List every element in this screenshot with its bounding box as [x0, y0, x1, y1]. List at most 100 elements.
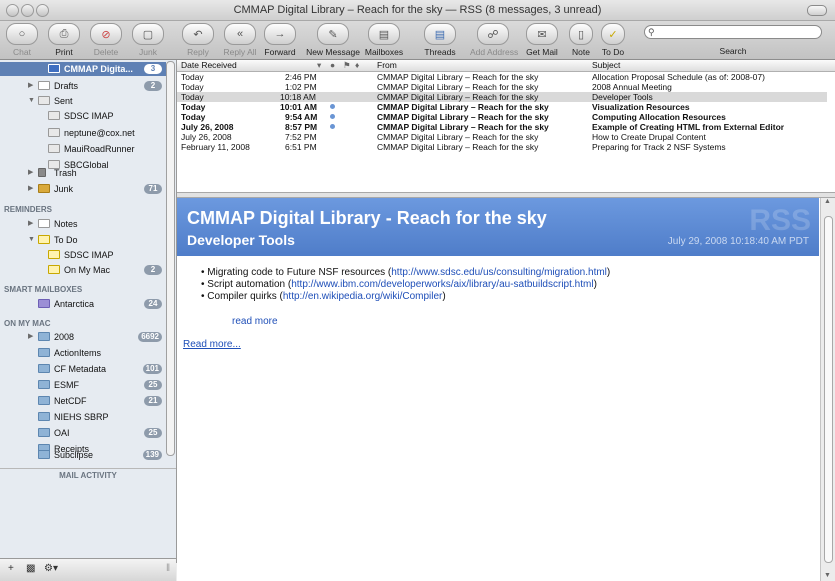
compose-icon: ✎ — [317, 23, 349, 45]
unread-badge: 3 — [144, 64, 162, 74]
sidebar-item-rss-feed[interactable]: CMMAP Digita... 3 — [0, 62, 166, 76]
checkmark-icon: ✓ — [601, 23, 625, 45]
threads-icon: ▤ — [424, 23, 456, 45]
trash-icon — [38, 168, 46, 177]
link-script-automation[interactable]: http://www.ibm.com/developerworks/aix/li… — [291, 279, 593, 290]
sort-icon[interactable]: ▾ — [317, 60, 321, 71]
chat-icon: ○ — [6, 23, 38, 45]
unread-dot-icon — [330, 104, 335, 109]
reply-button[interactable]: ↶ Reply — [180, 23, 216, 57]
sidebar-item-folder-cf-metadata[interactable]: CF Metadata 101 — [0, 362, 166, 376]
resize-handle-icon[interactable]: ‖ — [166, 563, 170, 574]
sidebar-item-sent-sdsc[interactable]: SDSC IMAP — [0, 109, 166, 123]
sidebar-item-folder-subclipse[interactable]: Subclipse 139 — [0, 448, 166, 462]
get-mail-button[interactable]: ✉ Get Mail — [522, 23, 562, 57]
message-row[interactable]: Today 1:02 PM CMMAP Digital Library – Re… — [177, 82, 827, 92]
junk-button[interactable]: ▢ Junk — [130, 23, 166, 57]
search-input[interactable]: ⚲ — [644, 25, 822, 39]
rss-banner: RSS CMMAP Digital Library - Reach for th… — [177, 198, 819, 256]
unread-column-icon[interactable]: ● — [330, 60, 335, 70]
smart-folder-icon — [38, 299, 50, 308]
link-migration[interactable]: http://www.sdsc.edu/us/consulting/migrat… — [391, 267, 607, 278]
disclosure-triangle-icon[interactable]: ▶ — [28, 217, 33, 231]
disclosure-triangle-icon[interactable]: ▼ — [28, 233, 35, 247]
mailboxes-icon: ▤ — [368, 23, 400, 45]
threads-button[interactable]: ▤ Threads — [420, 23, 460, 57]
disclosure-triangle-icon[interactable]: ▶ — [28, 330, 33, 344]
list-item: • Script automation (http://www.ibm.com/… — [201, 279, 597, 290]
sidebar-item-sent[interactable]: ▼ Sent — [0, 94, 166, 108]
message-row[interactable]: Today 2:46 PM CMMAP Digital Library – Re… — [177, 72, 827, 82]
article-subject[interactable]: Developer Tools — [187, 232, 295, 248]
sidebar-footer: + ▩ ⚙▾ ‖ — [0, 558, 176, 581]
column-subject[interactable]: Subject — [592, 60, 620, 70]
sidebar-scrollbar[interactable] — [166, 61, 175, 456]
sidebar-item-todo[interactable]: ▼ To Do — [0, 233, 166, 247]
message-row-unread[interactable]: July 26, 2008 8:57 PM CMMAP Digital Libr… — [177, 122, 827, 132]
message-row-selected[interactable]: Today 10:18 AM CMMAP Digital Library – R… — [177, 92, 827, 102]
disclosure-triangle-icon[interactable]: ▶ — [28, 79, 33, 93]
todo-button[interactable]: ✓ To Do — [598, 23, 628, 57]
smart-mailboxes-header: SMART MAILBOXES — [4, 285, 83, 294]
add-mailbox-icon[interactable]: + — [8, 563, 14, 574]
read-more-link[interactable]: Read more... — [183, 339, 241, 350]
mail-window: CMMAP Digital Library – Reach for the sk… — [0, 0, 835, 581]
sidebar-item-folder-esmf[interactable]: ESMF 25 — [0, 378, 166, 392]
feed-title[interactable]: CMMAP Digital Library - Reach for the sk… — [187, 208, 547, 229]
sidebar-item-folder-niehs[interactable]: NIEHS SBRP — [0, 410, 166, 424]
rss-icon — [48, 64, 60, 73]
sidebar-item-sent-mauiroadrunner[interactable]: MauiRoadRunner — [0, 142, 166, 156]
flag-column-icon[interactable]: ⚑ — [343, 60, 351, 71]
disclosure-triangle-icon[interactable]: ▶ — [28, 166, 33, 180]
get-mail-icon: ✉ — [526, 23, 558, 45]
read-more-link-inner[interactable]: read more — [232, 316, 278, 327]
sidebar-item-junk[interactable]: ▶ Junk 71 — [0, 182, 166, 196]
disclosure-triangle-icon[interactable]: ▶ — [28, 182, 33, 196]
sidebar-item-notes[interactable]: ▶ Notes — [0, 217, 166, 231]
sidebar-item-folder-netcdf[interactable]: NetCDF 21 — [0, 394, 166, 408]
sidebar-item-folder-actionitems[interactable]: ActionItems — [0, 346, 166, 360]
column-date-received[interactable]: Date Received — [181, 60, 237, 70]
sidebar-item-sent-neptune[interactable]: neptune@cox.net — [0, 126, 166, 140]
reply-all-button[interactable]: « Reply All — [220, 23, 260, 57]
print-button[interactable]: ⎙ Print — [46, 23, 82, 57]
toolbar-toggle-button[interactable] — [807, 5, 827, 16]
scroll-down-icon[interactable]: ▼ — [824, 572, 831, 579]
unread-dot-icon — [330, 114, 335, 119]
scroll-thumb[interactable] — [824, 216, 833, 563]
todo-icon — [48, 250, 60, 259]
column-from[interactable]: From — [377, 60, 397, 70]
forward-button[interactable]: → Forward — [262, 23, 298, 57]
scroll-up-icon[interactable]: ▲ — [824, 198, 831, 205]
sidebar-item-trash[interactable]: ▶ Trash — [0, 166, 166, 180]
message-row[interactable]: February 11, 2008 6:51 PM CMMAP Digital … — [177, 142, 827, 152]
window-title: CMMAP Digital Library – Reach for the sk… — [233, 4, 602, 16]
disclosure-triangle-icon[interactable]: ▼ — [28, 94, 35, 108]
message-row-unread[interactable]: Today 9:54 AM CMMAP Digital Library – Re… — [177, 112, 827, 122]
drafts-icon — [38, 81, 50, 90]
sidebar-item-folder-2008[interactable]: ▶ 2008 6692 — [0, 330, 166, 344]
attachment-column-icon[interactable]: ♦ — [355, 60, 359, 70]
add-address-button[interactable]: ☍ Add Address — [470, 23, 518, 57]
message-row[interactable]: July 26, 2008 7:52 PM CMMAP Digital Libr… — [177, 132, 827, 142]
todo-icon — [48, 265, 60, 274]
message-row-unread[interactable]: Today 10:01 AM CMMAP Digital Library – R… — [177, 102, 827, 112]
gear-icon[interactable]: ⚙▾ — [44, 563, 58, 574]
sidebar-item-folder-oai[interactable]: OAI 25 — [0, 426, 166, 440]
sent-icon — [38, 96, 50, 105]
new-message-button[interactable]: ✎ New Message — [306, 23, 360, 57]
mail-activity-header: MAIL ACTIVITY — [0, 468, 176, 483]
sidebar-item-antarctica[interactable]: Antarctica 24 — [0, 297, 166, 311]
sidebar-item-todo-sdsc[interactable]: SDSC IMAP — [0, 248, 166, 262]
sidebar-item-todo-onmymac[interactable]: On My Mac 2 — [0, 263, 166, 277]
mailboxes-button[interactable]: ▤ Mailboxes — [364, 23, 404, 57]
show-activity-icon[interactable]: ▩ — [26, 563, 35, 574]
sent-icon — [48, 111, 60, 120]
folder-icon — [38, 396, 50, 405]
link-compiler[interactable]: http://en.wikipedia.org/wiki/Compiler — [283, 291, 443, 302]
sidebar-item-drafts[interactable]: ▶ Drafts 2 — [0, 79, 166, 93]
preview-scrollbar[interactable]: ▲ ▼ — [820, 198, 835, 581]
chat-button[interactable]: ○ Chat — [4, 23, 40, 57]
note-button[interactable]: ▯ Note — [566, 23, 596, 57]
delete-button[interactable]: ⊘ Delete — [88, 23, 124, 57]
